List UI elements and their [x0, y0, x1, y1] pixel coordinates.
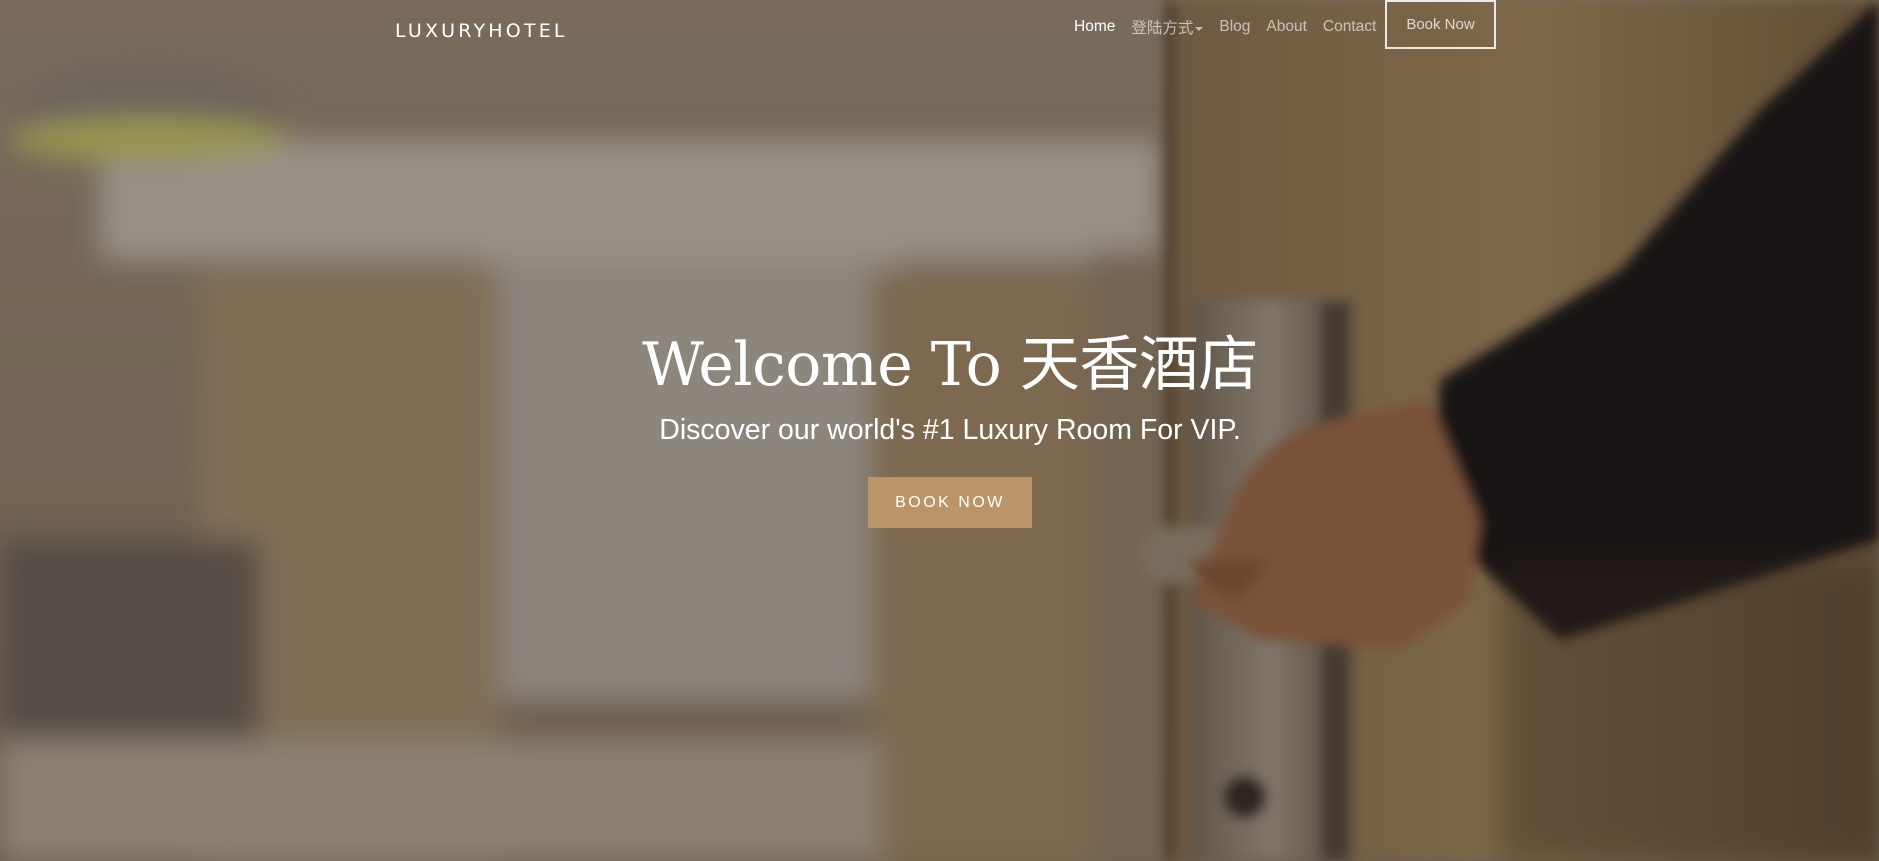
caret-down-icon [1195, 26, 1204, 31]
hero-subtitle: Discover our world's #1 Luxury Room For … [659, 414, 1241, 446]
nav-item-blog[interactable]: Blog [1211, 18, 1258, 36]
top-navbar: LUXURYHOTEL Home 登陆方式 Blog About Contact… [0, 0, 1879, 52]
nav-book-now-button[interactable]: Book Now [1385, 0, 1496, 49]
nav-item-login-dropdown[interactable]: 登陆方式 [1123, 16, 1211, 38]
hero-section: LUXURYHOTEL Home 登陆方式 Blog About Contact… [0, 0, 1879, 861]
nav-item-login-label: 登陆方式 [1131, 20, 1194, 37]
hero-book-now-button[interactable]: BOOK NOW [868, 477, 1032, 528]
hero-title: Welcome To 天香酒店 [642, 330, 1258, 400]
nav-menu: Home 登陆方式 Blog About Contact [1066, 16, 1384, 38]
nav-item-contact[interactable]: Contact [1315, 18, 1384, 36]
nav-item-about[interactable]: About [1258, 18, 1315, 36]
brand-logo-link[interactable]: LUXURYHOTEL [395, 20, 568, 42]
hero-content: Welcome To 天香酒店 Discover our world's #1 … [0, 325, 1879, 528]
nav-item-home[interactable]: Home [1066, 18, 1123, 36]
